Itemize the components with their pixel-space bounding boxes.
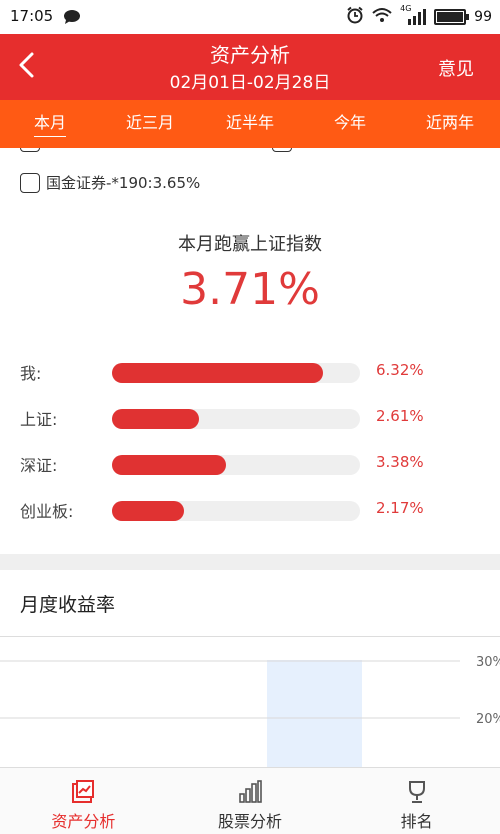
comparison-label: 上证: [20,410,58,429]
chat-bubble-icon [63,9,81,29]
beat-index-label: 本月跑赢上证指数 [178,234,322,255]
status-bar: 17:05 4G 99 [0,0,500,34]
comparison-row: 创业板: 2.17% [0,494,500,528]
page-title: 资产分析 [210,43,290,67]
comparison-value: 2.17% [376,499,424,517]
comparison-bar-fill [112,501,184,521]
tab-3[interactable]: 今年 [300,100,400,148]
stock-analysis-icon [236,778,264,810]
comparison-label: 深证: [20,456,58,475]
broker-option[interactable]: 国金证券-*190:3.65% [20,172,200,193]
divider [0,636,500,637]
comparison-bar-track [112,363,360,383]
section-divider [0,554,500,570]
comparison-value: 2.61% [376,407,424,425]
nav-label: 股票分析 [218,812,283,831]
comparison-row: 我: 6.32% [0,356,500,390]
comparison-bar-track [112,455,360,475]
period-tabs: 本月 近三月 近半年 今年 近两年 [0,100,500,148]
chart-y-tick-label: 20% [476,712,500,727]
alarm-icon [346,6,364,28]
asset-analysis-icon [69,778,97,810]
tab-0[interactable]: 本月 [0,100,100,148]
comparison-bar-fill [112,455,227,475]
broker-checkbox[interactable] [20,172,40,193]
beat-index-value: 3.71% [180,264,320,315]
tab-4[interactable]: 近两年 [400,100,500,148]
broker-label: 国金证券-*190:3.65% [46,174,201,192]
tab-2[interactable]: 近半年 [200,100,300,148]
chart-highlight-column[interactable] [267,660,362,768]
comparison-bar-fill [112,363,323,383]
nav-label: 资产分析 [51,812,116,831]
comparison-label: 创业板: [20,502,74,521]
date-range[interactable]: 02月01日-02月28日 [0,68,500,93]
comparison-row: 上证: 2.61% [0,402,500,436]
comparison-bar-track [112,409,360,429]
wifi-icon [372,7,392,27]
header-bar: 资产分析 02月01日-02月28日 意见 [0,34,500,100]
status-time: 17:05 [10,7,54,25]
nav-item-1[interactable]: 股票分析 [167,768,334,834]
signal-icon: 4G [400,4,427,26]
battery-icon [434,9,470,25]
monthly-return-chart: 30% 20% [0,655,500,768]
battery-percent: 99 [474,9,492,25]
bottom-nav: 资产分析 股票分析 排名 [0,767,500,834]
nav-item-0[interactable]: 资产分析 [0,768,167,834]
comparison-row: 深证: 3.38% [0,448,500,482]
nav-item-2[interactable]: 排名 [333,768,500,834]
comparison-value: 3.38% [376,453,424,471]
comparison-value: 6.32% [376,361,424,379]
comparison-bar-track [112,501,360,521]
nav-label: 排名 [400,812,433,831]
feedback-button[interactable]: 意见 [438,55,474,81]
chart-y-tick-label: 30% [476,655,500,670]
tab-1[interactable]: 近三月 [100,100,200,148]
comparison-label: 我: [20,364,42,383]
comparison-bar-fill [112,409,199,429]
ranking-icon [403,778,431,810]
monthly-return-title: 月度收益率 [20,594,116,616]
